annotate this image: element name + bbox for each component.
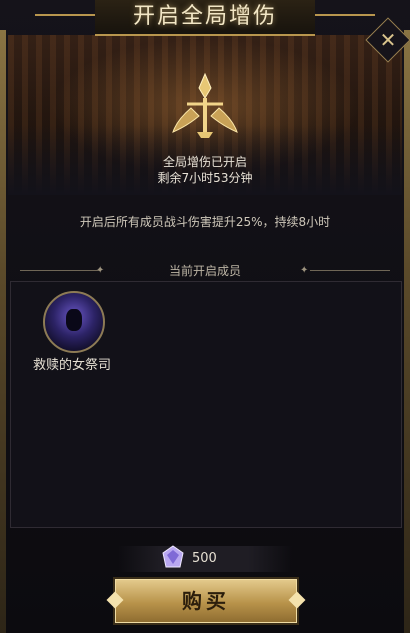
winged-crest-emblem-icon (172, 72, 238, 138)
members-list: 救赎的女祭司 (10, 281, 402, 528)
section-divider-right (310, 270, 390, 271)
boost-active-status: 全局增伤已开启 (162, 155, 247, 169)
boost-description: 开启后所有成员战斗伤害提升25%，持续8小时 (79, 215, 331, 229)
hooded-priestess-avatar (43, 291, 105, 353)
global-boost-dialog: 开启全局增伤 ✕ 全局增伤已开启 剩余7小时53分钟 开启后所有成员战斗伤害提升… (0, 0, 410, 633)
frame-left-border (0, 30, 6, 633)
dialog-title-bar: 开启全局增伤 (35, 0, 375, 36)
boost-remaining-time: 剩余7小时53分钟 (157, 171, 253, 185)
close-icon: ✕ (379, 28, 397, 52)
price-value: 500 (192, 551, 217, 566)
dialog-title: 开启全局增伤 (132, 4, 277, 29)
frame-right-border (404, 30, 410, 633)
gem-icon (162, 545, 184, 568)
buy-button-label: 购买 (182, 589, 230, 613)
member-name: 救赎的女祭司 (32, 358, 111, 373)
buy-button[interactable]: 购买 (115, 579, 297, 623)
divider-ornament-right-icon: ✦ (300, 265, 309, 276)
